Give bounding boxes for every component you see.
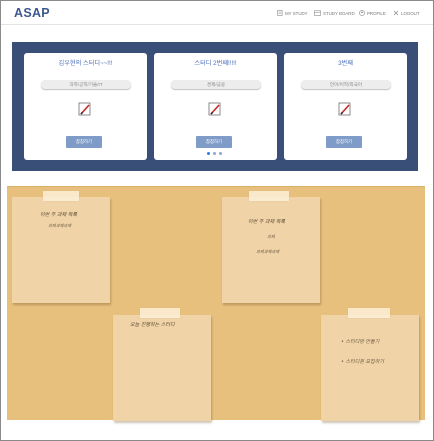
app-logo[interactable]: ASAP [14, 6, 50, 20]
sticky-note-title: 이번 주 과제 목록 [248, 219, 285, 225]
carousel-dot-active[interactable] [207, 152, 210, 155]
nav-profile-label: PROFILE [367, 10, 386, 16]
study-card[interactable]: 김우현의 스터디~~!!! 과학/공학/기술/IT 참참하기 [24, 53, 147, 160]
tape [348, 308, 390, 318]
study-card-title: 김우현의 스터디~~!!! [58, 60, 113, 67]
study-card[interactable]: 스터디 2번째!!!!! 경제/금융 참참하기 [154, 53, 277, 160]
study-category-chip: 경제/금융 [171, 80, 261, 89]
carousel-pagination [207, 152, 222, 155]
tape [249, 191, 289, 201]
sticky-note[interactable]: 이번 주 과제 목록 과제과제과제 [12, 191, 110, 303]
board-icon [314, 10, 321, 16]
sticky-note-board: 이번 주 과제 목록 과제과제과제 이번 주 과제 목록 과제 과제과제과제 오… [7, 186, 425, 421]
study-category-chip: 언어/어학/외국어 [301, 80, 391, 89]
memo-icon [78, 102, 91, 116]
nav-study-board-label: STUDY BOARD [323, 10, 355, 16]
join-button[interactable]: 참참하기 [66, 136, 102, 148]
memo-icon [338, 102, 351, 116]
sticky-note-line: 과제과제과제 [48, 223, 72, 228]
tape [43, 191, 79, 201]
sticky-note[interactable]: • 스터디방 만들기 • 스터디원 모집하기 [321, 308, 419, 421]
tape [140, 308, 180, 318]
join-button[interactable]: 참참하기 [326, 136, 362, 148]
sticky-note[interactable]: 이번 주 과제 목록 과제 과제과제과제 [222, 191, 320, 303]
sticky-note-line: 과제 [267, 234, 275, 239]
sticky-note[interactable]: 오늘 진행하는 스터디 [113, 308, 211, 421]
nav-logout[interactable]: LOGOUT [393, 10, 420, 16]
sticky-note-line: • 스터디방 만들기 [341, 339, 380, 345]
carousel-dot[interactable] [219, 152, 222, 155]
profile-icon [359, 10, 365, 16]
top-bar: ASAP MY STUDY STUDY BOARD PROFILE LOGOUT [1, 1, 433, 25]
study-category-chip: 과학/공학/기술/IT [41, 80, 131, 89]
nav-profile[interactable]: PROFILE [359, 10, 386, 16]
study-carousel: 김우현의 스터디~~!!! 과학/공학/기술/IT 참참하기 스터디 2번째!!… [12, 42, 418, 171]
study-card-title: 스터디 2번째!!!!! [194, 60, 237, 67]
sticky-note-line: • 스터디원 모집하기 [341, 359, 384, 365]
carousel-dot[interactable] [213, 152, 216, 155]
sticky-note-title: 오늘 진행하는 스터디 [130, 322, 175, 328]
nav-my-study[interactable]: MY STUDY [277, 10, 308, 16]
nav-my-study-label: MY STUDY [285, 10, 308, 16]
document-icon [277, 10, 283, 16]
join-button[interactable]: 참참하기 [196, 136, 232, 148]
study-card[interactable]: 3번째 언어/어학/외국어 참참하기 [284, 53, 407, 160]
nav-study-board[interactable]: STUDY BOARD [314, 10, 355, 16]
close-icon [393, 10, 399, 16]
memo-icon [208, 102, 221, 116]
nav-logout-label: LOGOUT [401, 10, 420, 16]
sticky-note-title: 이번 주 과제 목록 [40, 212, 77, 218]
study-card-title: 3번째 [338, 60, 353, 67]
sticky-note-line: 과제과제과제 [256, 249, 280, 254]
